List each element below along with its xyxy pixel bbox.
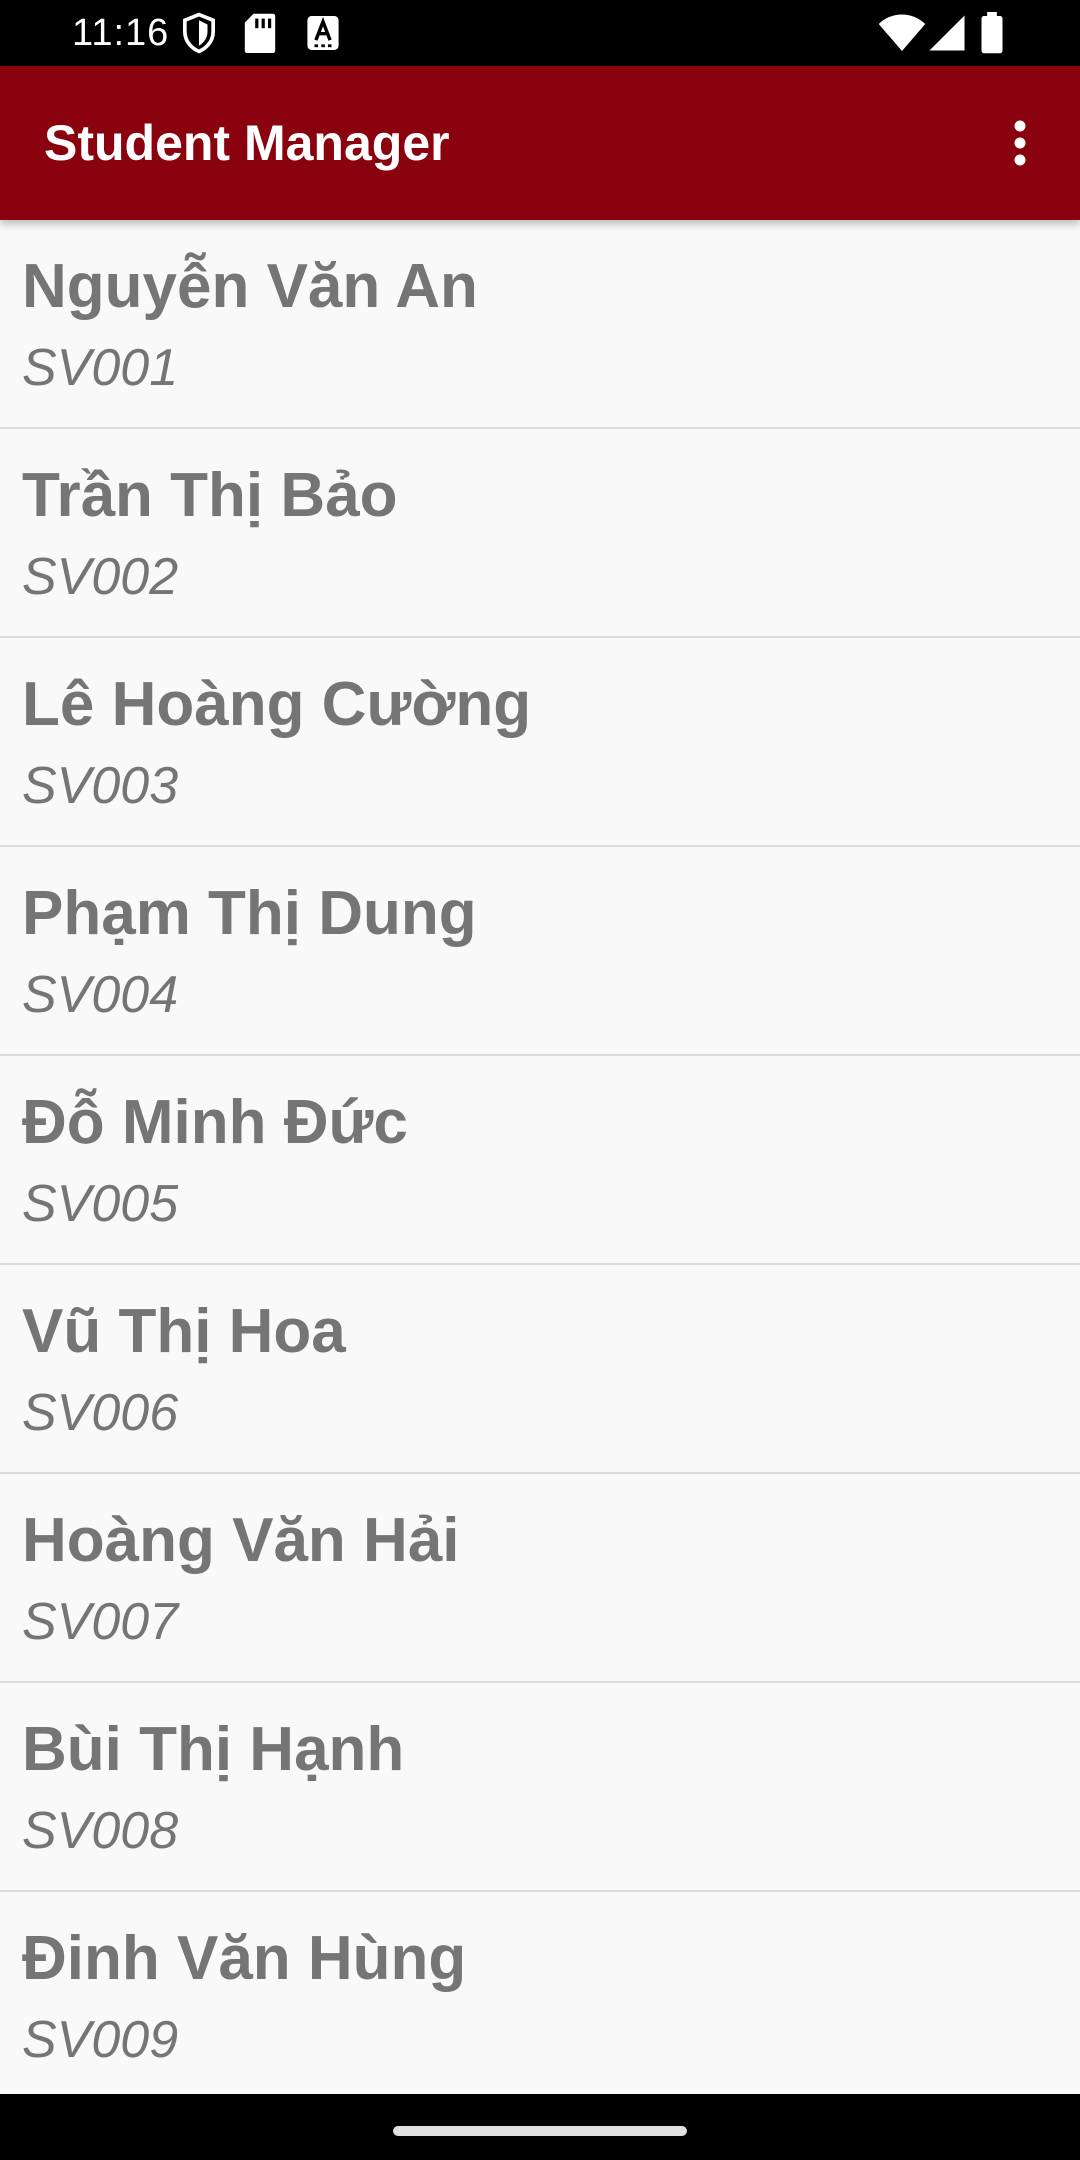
student-id: SV007 <box>22 1593 179 1651</box>
text-a-icon <box>307 16 339 50</box>
cellular-signal-icon <box>929 15 965 51</box>
student-name: Nguyễn Văn An <box>22 252 478 321</box>
wifi-icon <box>878 14 926 51</box>
student-name: Hoàng Văn Hải <box>22 1506 460 1575</box>
student-name: Đinh Văn Hùng <box>22 1924 467 1993</box>
student-list-item[interactable]: Lê Hoàng Cường SV003 <box>0 638 1080 847</box>
home-gesture-handle[interactable] <box>393 2126 687 2136</box>
student-name: Đỗ Minh Đức <box>22 1088 408 1157</box>
student-id: SV004 <box>22 966 179 1024</box>
status-bar: 11:16 <box>0 0 1080 66</box>
student-name: Vũ Thị Hoa <box>22 1297 346 1366</box>
student-id: SV001 <box>22 339 179 397</box>
student-list-item[interactable]: Đinh Văn Hùng SV009 <box>0 1892 1080 2094</box>
battery-icon <box>981 12 1003 54</box>
student-list-item[interactable]: Vũ Thị Hoa SV006 <box>0 1265 1080 1474</box>
student-name: Bùi Thị Hạnh <box>22 1715 405 1784</box>
app-bar: Student Manager <box>0 66 1080 220</box>
student-id: SV008 <box>22 1802 179 1860</box>
app-title: Student Manager <box>44 115 450 171</box>
student-list[interactable]: Nguyễn Văn An SV001 Trần Thị Bảo SV002 L… <box>0 220 1080 2094</box>
student-list-item[interactable]: Trần Thị Bảo SV002 <box>0 429 1080 638</box>
student-id: SV009 <box>22 2011 179 2069</box>
student-list-item[interactable]: Hoàng Văn Hải SV007 <box>0 1474 1080 1683</box>
student-list-item[interactable]: Bùi Thị Hạnh SV008 <box>0 1683 1080 1892</box>
student-list-item[interactable]: Đỗ Minh Đức SV005 <box>0 1056 1080 1265</box>
more-vert-icon <box>1014 120 1026 166</box>
navigation-bar <box>0 2094 1080 2160</box>
student-id: SV005 <box>22 1175 179 1233</box>
student-id: SV002 <box>22 548 179 606</box>
shield-icon <box>182 12 216 54</box>
student-name: Lê Hoàng Cường <box>22 670 532 739</box>
phone-screen: 11:16 Student Manager Nguyễn Văn An SV00… <box>0 0 1080 2160</box>
status-time: 11:16 <box>72 12 170 54</box>
student-name: Trần Thị Bảo <box>22 461 398 530</box>
student-id: SV006 <box>22 1384 179 1442</box>
sd-card-icon <box>244 13 276 54</box>
more-options-button[interactable] <box>960 66 1080 220</box>
student-name: Phạm Thị Dung <box>22 879 477 948</box>
student-list-item[interactable]: Phạm Thị Dung SV004 <box>0 847 1080 1056</box>
student-id: SV003 <box>22 757 179 815</box>
student-list-item[interactable]: Nguyễn Văn An SV001 <box>0 220 1080 429</box>
